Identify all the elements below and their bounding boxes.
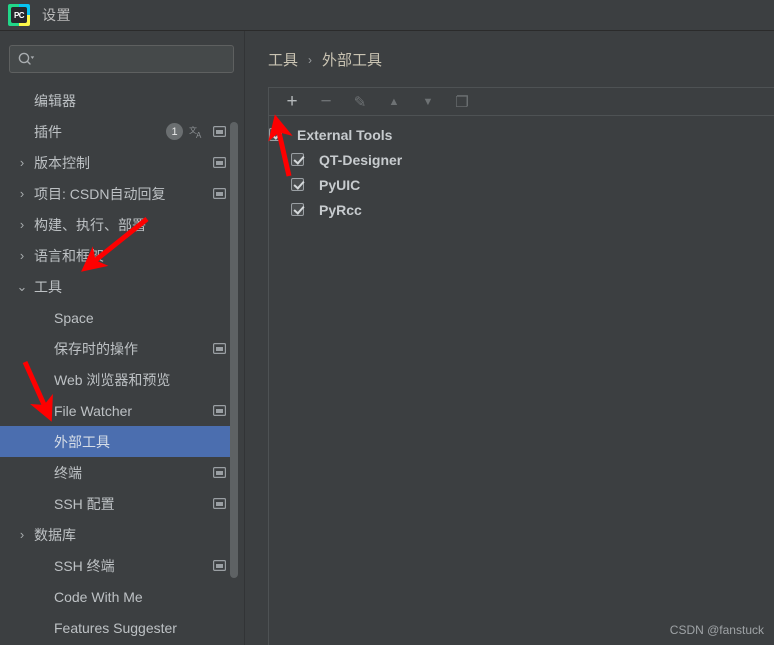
tool-label: QT-Designer — [319, 151, 403, 168]
breadcrumb-current: 外部工具 — [322, 52, 383, 69]
chevron-right-icon[interactable]: › — [14, 527, 30, 542]
remove-button: − — [320, 90, 332, 112]
sidebar-item-2[interactable]: › 版本控制 — [0, 147, 236, 178]
settings-window: PC 设置 ›编辑器›插件1文A›版本控制›项目: CSDN自动回复›构建、执行… — [0, 0, 774, 645]
list-item[interactable]: External Tools — [269, 122, 774, 147]
title-bar: PC 设置 — [0, 0, 774, 31]
settings-sidebar: ›编辑器 › 插件 1 文A › 版本控制 › 项目: CSDN自动回复 › 构建、执行、部署 › 语言… — [0, 31, 244, 645]
settings-tree: ›编辑器 › 插件 1 文A › 版本控制 › 项目: CSDN自动回复 › 构建、执行、部署 › 语言… — [0, 85, 244, 645]
search-box[interactable] — [9, 45, 234, 73]
breadcrumb: 工具 › 外部工具 — [268, 49, 382, 70]
tool-checkbox[interactable] — [291, 203, 304, 216]
project-scope-icon — [213, 126, 226, 137]
settings-content: 工具 › 外部工具 + − ✎ ▲ ▼ ❐ External Tools QT-Design… — [258, 31, 774, 645]
sidebar-item-label: 语言和框架 — [34, 247, 104, 264]
sidebar-item-badge: 1 — [166, 123, 183, 140]
add-button[interactable]: + — [279, 90, 305, 114]
sidebar-item-14[interactable]: › 数据库 — [0, 519, 236, 550]
project-scope-icon — [213, 157, 226, 168]
sidebar-item-3[interactable]: › 项目: CSDN自动回复 — [0, 178, 236, 209]
sidebar-item-7[interactable]: ›Space — [0, 302, 236, 333]
project-scope-icon — [213, 560, 226, 571]
sidebar-item-label: 保存时的操作 — [54, 340, 138, 357]
sidebar-item-5[interactable]: › 语言和框架 — [0, 240, 236, 271]
copy-button: ❐ — [455, 93, 469, 111]
tool-label: External Tools — [297, 126, 393, 143]
chevron-right-icon[interactable]: › — [14, 155, 30, 170]
move-down-button: ▼ — [422, 95, 434, 108]
sidebar-item-label: File Watcher — [54, 402, 133, 419]
sidebar-item-label: 构建、执行、部署 — [34, 216, 146, 233]
sidebar-item-label: Space — [54, 309, 94, 326]
sidebar-item-label: SSH 配置 — [54, 495, 115, 512]
move-up-button: ▲ — [388, 95, 400, 108]
sidebar-item-15[interactable]: ›SSH 终端 — [0, 550, 236, 581]
external-tools-list: External Tools QT-Designer PyUIC PyRcc — [269, 116, 774, 222]
sidebar-item-8[interactable]: ›保存时的操作 — [0, 333, 236, 364]
project-scope-icon — [213, 188, 226, 199]
tool-checkbox[interactable] — [269, 128, 282, 141]
sidebar-item-label: Code With Me — [54, 588, 143, 605]
sidebar-item-label: 外部工具 — [54, 433, 110, 450]
sidebar-item-11[interactable]: ›外部工具 — [0, 426, 236, 457]
sidebar-item-label: Web 浏览器和预览 — [54, 371, 171, 388]
chevron-right-icon[interactable]: › — [14, 217, 30, 232]
sidebar-item-label: Features Suggester — [54, 619, 177, 636]
tool-checkbox[interactable] — [291, 178, 304, 191]
sidebar-item-9[interactable]: ›Web 浏览器和预览 — [0, 364, 236, 395]
sidebar-item-16[interactable]: ›Code With Me — [0, 581, 236, 612]
external-tools-toolbar: + − ✎ ▲ ▼ ❐ — [269, 88, 774, 116]
chevron-right-icon[interactable]: › — [14, 186, 30, 201]
panel-divider[interactable] — [244, 31, 259, 645]
window-title: 设置 — [42, 7, 71, 23]
sidebar-item-label: 终端 — [54, 464, 82, 481]
tool-label: PyUIC — [319, 176, 361, 193]
sidebar-item-label: 工具 — [34, 278, 62, 295]
sidebar-item-6[interactable]: ⌄ 工具 — [0, 271, 236, 302]
sidebar-item-13[interactable]: ›SSH 配置 — [0, 488, 236, 519]
sidebar-item-12[interactable]: ›终端 — [0, 457, 236, 488]
project-scope-icon — [213, 498, 226, 509]
sidebar-item-label: 数据库 — [34, 526, 76, 543]
sidebar-item-label: 版本控制 — [34, 154, 90, 171]
sidebar-item-1[interactable]: ›插件1文A — [0, 116, 236, 147]
sidebar-item-0[interactable]: ›编辑器 — [0, 85, 236, 116]
project-scope-icon — [213, 405, 226, 416]
sidebar-item-label: SSH 终端 — [54, 557, 115, 574]
project-scope-icon — [213, 343, 226, 354]
pycharm-icon: PC — [8, 4, 30, 26]
breadcrumb-separator-icon: › — [308, 52, 313, 67]
sidebar-item-10[interactable]: ›File Watcher — [0, 395, 236, 426]
sidebar-item-4[interactable]: › 构建、执行、部署 — [0, 209, 236, 240]
sidebar-item-label: 项目: CSDN自动回复 — [34, 185, 166, 202]
svg-text:A: A — [196, 131, 202, 139]
sidebar-item-label: 编辑器 — [34, 92, 76, 109]
search-icon[interactable] — [17, 52, 35, 66]
breadcrumb-parent[interactable]: 工具 — [268, 49, 298, 70]
chevron-down-icon[interactable]: ⌄ — [14, 279, 30, 295]
watermark-text: CSDN @fanstuck — [669, 623, 764, 637]
sidebar-scrollbar-track[interactable] — [230, 31, 241, 645]
tool-label: PyRcc — [319, 201, 362, 218]
project-scope-icon — [213, 467, 226, 478]
translate-icon[interactable]: 文A — [189, 125, 205, 139]
pycharm-icon-text: PC — [11, 7, 27, 23]
sidebar-item-label: 插件 — [34, 123, 62, 140]
sidebar-scrollbar-thumb[interactable] — [230, 122, 238, 578]
search-input[interactable] — [35, 48, 233, 70]
edit-button: ✎ — [353, 93, 367, 111]
list-item[interactable]: QT-Designer — [269, 147, 774, 172]
sidebar-item-17[interactable]: ›Features Suggester — [0, 612, 236, 643]
chevron-right-icon[interactable]: › — [14, 248, 30, 263]
tool-checkbox[interactable] — [291, 153, 304, 166]
list-item[interactable]: PyRcc — [269, 197, 774, 222]
list-item[interactable]: PyUIC — [269, 172, 774, 197]
external-tools-panel: + − ✎ ▲ ▼ ❐ External Tools QT-Designer PyUIC PyR… — [268, 87, 774, 645]
